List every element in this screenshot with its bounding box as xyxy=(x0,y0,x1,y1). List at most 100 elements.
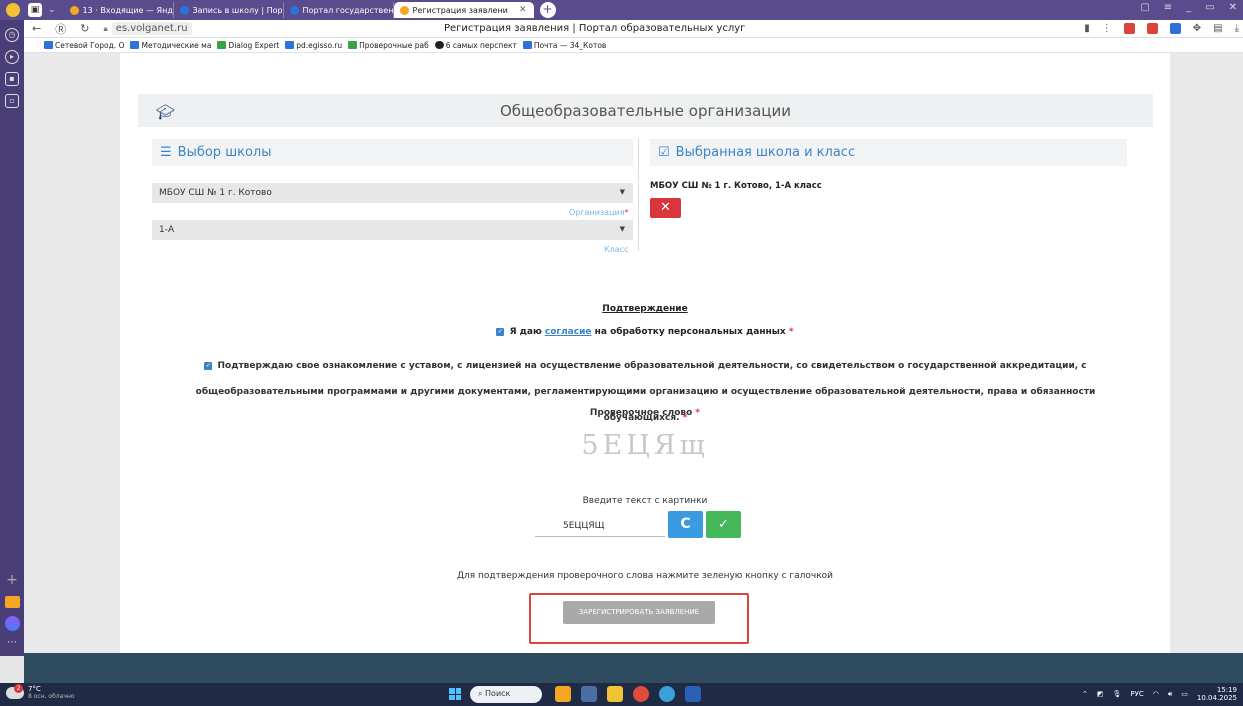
site-icon xyxy=(217,41,227,49)
site-icon xyxy=(522,41,532,49)
extension-icon[interactable] xyxy=(1169,23,1181,34)
site-icon xyxy=(130,41,140,49)
tab-mail[interactable]: 13 · Входящие — Яндекс xyxy=(64,2,174,18)
site-icon xyxy=(285,41,295,49)
class-select[interactable]: 1-А ▼ xyxy=(152,220,633,240)
tab-gov-portal[interactable]: Портал государственных xyxy=(284,2,394,18)
app-tray-icon[interactable]: ◩ xyxy=(1097,690,1104,698)
portal-icon xyxy=(289,5,299,15)
verify-captcha-button[interactable]: ✓ xyxy=(706,511,741,538)
close-tab-icon[interactable]: ✕ xyxy=(519,5,527,15)
cloud-icon: 2 xyxy=(6,683,24,699)
bookmarks-bar: Сетевой Город. О Методические ма Dialog … xyxy=(24,38,1243,53)
taskbar-search[interactable]: ⌕ Поиск xyxy=(470,686,542,703)
alice-icon[interactable] xyxy=(4,616,20,631)
restore-icon[interactable]: ▭ xyxy=(1205,2,1214,13)
battery-icon[interactable]: ▭ xyxy=(1181,690,1188,698)
yandex-browser-icon[interactable] xyxy=(633,686,649,702)
new-tab-button[interactable]: + xyxy=(539,2,556,18)
add-panel-icon[interactable]: + xyxy=(0,572,24,588)
folder-icon[interactable] xyxy=(607,686,623,702)
files-icon[interactable] xyxy=(581,686,597,702)
widget-icon[interactable] xyxy=(555,686,571,702)
bookmark-item[interactable]: pd.egisso.ru xyxy=(285,41,342,50)
extensions-bar: ▮ ⋮ ✥ ▤ ⤓ xyxy=(1084,23,1239,34)
bookmark-item[interactable]: Dialog Expert xyxy=(217,41,279,50)
enter-text-label: Введите текст с картинки xyxy=(582,496,708,506)
lock-icon[interactable]: 🔒︎ xyxy=(103,24,107,34)
acknowledge-checkbox[interactable]: ✓ xyxy=(204,361,213,370)
site-icon xyxy=(44,41,53,49)
language-indicator[interactable]: РУС xyxy=(1130,690,1143,698)
caret-down-icon: ▼ xyxy=(619,225,625,233)
menu-icon[interactable]: ≡ xyxy=(1164,2,1172,13)
selected-school-text: МБОУ СШ № 1 г. Котово, 1-А класс xyxy=(650,181,822,191)
more-vertical-icon[interactable]: ⋮ xyxy=(1102,23,1112,34)
close-window-icon[interactable]: ✕ xyxy=(1229,2,1237,13)
minimize-icon[interactable]: _ xyxy=(1186,2,1191,13)
acknowledge-line: ✓ Подтверждаю свое ознакомление с уставо… xyxy=(195,361,1096,423)
windows-start-icon[interactable] xyxy=(449,688,461,700)
consent-checkbox[interactable]: ✓ xyxy=(496,327,505,336)
confirmation-title: Подтверждение xyxy=(602,304,688,314)
selected-school-header: ☑ Выбранная школа и класс xyxy=(650,139,1127,166)
download-icon[interactable]: ⤓ xyxy=(1235,23,1239,34)
play-icon[interactable]: ▸ xyxy=(5,50,19,64)
bookmark-icon[interactable]: ▮ xyxy=(1084,23,1090,34)
mail-icon xyxy=(69,5,79,15)
reading-icon[interactable]: ▤ xyxy=(1213,23,1222,34)
tab-registration[interactable]: Регистрация заявлени ✕ xyxy=(393,2,534,18)
verify-note: Для подтверждения проверочного слова наж… xyxy=(456,571,833,581)
section-title: Общеобразовательные организации xyxy=(500,102,791,120)
bookmark-item[interactable]: Проверочные раб xyxy=(348,41,429,50)
yandex-browser-icon[interactable] xyxy=(6,3,20,17)
register-application-button[interactable]: ЗАРЕГИСТРИРОВАТЬ ЗАЯВЛЕНИЕ xyxy=(563,601,715,624)
wifi-icon[interactable]: ◠ xyxy=(1153,690,1159,698)
weather-widget[interactable]: 2 7°C 8 осн. облачно xyxy=(6,683,74,700)
history-icon[interactable]: ◷ xyxy=(5,28,19,42)
captcha-image: 5ЕЦЯщ xyxy=(581,430,709,461)
bookmark-item[interactable]: 6 самых перспект xyxy=(434,41,517,50)
organizations-header: 🎓︎ Общеобразовательные организации xyxy=(138,94,1153,127)
browser-sidepanel: ◷ ▸ ▪ ▫ + ⋯ xyxy=(0,20,24,656)
divider xyxy=(638,138,639,251)
taskbar: 2 7°C 8 осн. облачно ⌕ Поиск ⌃ ◩ 🎙︎ РУС … xyxy=(0,683,1243,706)
clock[interactable]: 15:19 10.04.2025 xyxy=(1197,686,1237,702)
tab-view-icon[interactable]: ▢ xyxy=(1140,2,1149,13)
site-icon xyxy=(348,41,358,49)
bookmark-item[interactable]: Сетевой Город. О xyxy=(44,41,124,50)
school-choice-header: ☰ Выбор школы xyxy=(152,139,633,166)
word-icon[interactable] xyxy=(685,686,701,702)
class-hint: Класс xyxy=(604,245,629,254)
more-icon[interactable]: ⋯ xyxy=(0,637,24,648)
page-content: 🎓︎ Общеобразовательные организации ☰ Выбо… xyxy=(120,53,1170,656)
yandex-icon[interactable]: Ⓡ xyxy=(55,21,66,37)
chevron-down-icon[interactable]: ⌄ xyxy=(48,5,56,15)
bookmark-item[interactable]: Методические ма xyxy=(130,41,211,50)
site-icon xyxy=(434,41,444,49)
mail-icon[interactable] xyxy=(4,596,20,608)
volume-icon[interactable]: 🔊︎ xyxy=(1168,690,1172,699)
tab-school-enroll[interactable]: Запись в школу | Портал xyxy=(174,2,284,18)
extension-icon[interactable] xyxy=(1123,23,1135,34)
collections-icon[interactable]: ▫ xyxy=(5,94,19,108)
puzzle-icon[interactable]: ✥ xyxy=(1193,23,1201,34)
checkbox-icon: ☑ xyxy=(658,145,670,160)
extension-icon[interactable] xyxy=(1146,23,1158,34)
reload-icon[interactable]: ↻ xyxy=(80,22,89,35)
browser-tabbar: ▣ ⌄ 13 · Входящие — Яндекс Запись в школ… xyxy=(0,0,1243,20)
remove-selection-button[interactable]: ✕ xyxy=(650,198,681,218)
url-field[interactable]: es.volganet.ru xyxy=(111,22,192,35)
mic-icon[interactable]: 🎙︎ xyxy=(1112,690,1121,698)
back-icon[interactable]: ← xyxy=(32,22,41,35)
organization-hint: Организация* xyxy=(569,208,629,217)
tabs-menu-icon[interactable]: ▣ xyxy=(28,3,42,17)
bookmark-item[interactable]: Почта — 34_Котов xyxy=(522,41,606,50)
refresh-captcha-button[interactable]: C xyxy=(668,511,703,538)
captcha-input[interactable] xyxy=(535,515,665,537)
chevron-up-icon[interactable]: ⌃ xyxy=(1082,690,1088,698)
downloads-icon[interactable]: ▪ xyxy=(5,72,19,86)
consent-link[interactable]: согласие xyxy=(545,327,592,337)
chrome-icon[interactable] xyxy=(659,686,675,702)
organization-select[interactable]: МБОУ СШ № 1 г. Котово ▼ xyxy=(152,183,633,203)
